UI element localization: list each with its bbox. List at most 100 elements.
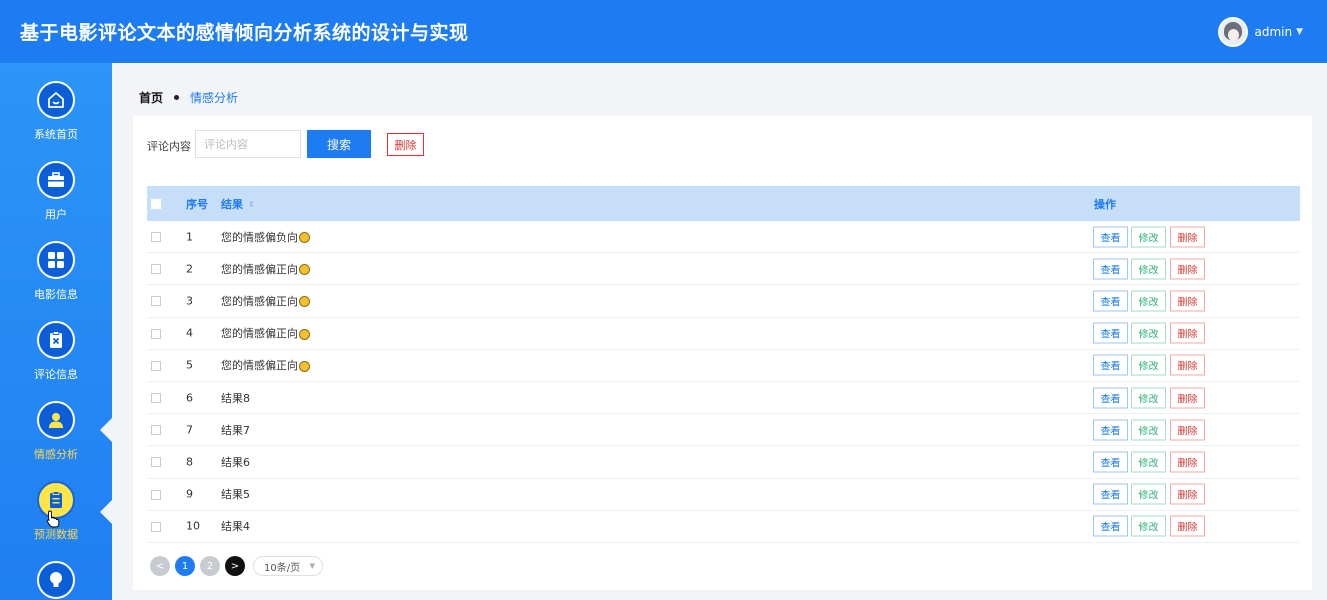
row-result: 您的情感偏正向 bbox=[221, 325, 310, 341]
sidebar-item-label: 预测数据 bbox=[34, 528, 78, 541]
delete-button[interactable]: 删除 bbox=[1170, 258, 1205, 280]
delete-button[interactable]: 删除 bbox=[1170, 322, 1205, 344]
happy-face-icon bbox=[299, 296, 310, 308]
page-button-1[interactable]: 1 bbox=[175, 556, 195, 576]
row-checkbox[interactable] bbox=[151, 425, 161, 436]
sidebar-item-users[interactable]: 用户 bbox=[0, 143, 112, 223]
row-checkbox[interactable] bbox=[151, 264, 161, 275]
edit-button[interactable]: 修改 bbox=[1131, 515, 1166, 537]
row-index: 3 bbox=[186, 294, 193, 308]
edit-button[interactable]: 修改 bbox=[1131, 419, 1166, 441]
sidebar-item-label: 系统首页 bbox=[34, 128, 78, 141]
row-checkbox[interactable] bbox=[151, 489, 161, 500]
breadcrumb: 首页 情感分析 bbox=[139, 89, 238, 106]
edit-button[interactable]: 修改 bbox=[1131, 290, 1166, 312]
bulk-delete-button[interactable]: 删除 bbox=[387, 133, 424, 156]
user-menu[interactable]: admin ▼ bbox=[1218, 16, 1303, 47]
sidebar-item-label: 评论信息 bbox=[34, 368, 78, 381]
user-icon[interactable] bbox=[37, 401, 75, 439]
delete-button[interactable]: 删除 bbox=[1170, 354, 1205, 376]
sort-icon[interactable]: ⇕ bbox=[248, 200, 255, 209]
select-all-checkbox[interactable] bbox=[151, 198, 161, 209]
table-row: 9 结果5 查看 修改 删除 bbox=[147, 479, 1300, 511]
edit-button[interactable]: 修改 bbox=[1131, 322, 1166, 344]
delete-button[interactable]: 删除 bbox=[1170, 483, 1205, 505]
view-button[interactable]: 查看 bbox=[1093, 322, 1128, 344]
row-result: 结果6 bbox=[221, 455, 250, 469]
edit-button[interactable]: 修改 bbox=[1131, 354, 1166, 376]
delete-button[interactable]: 删除 bbox=[1170, 387, 1205, 409]
pagination: < 1 2 > 10条/页 ▼ bbox=[150, 556, 323, 576]
row-index: 8 bbox=[186, 455, 193, 469]
row-checkbox[interactable] bbox=[151, 360, 161, 371]
table-row: 4 您的情感偏正向 查看 修改 删除 bbox=[147, 318, 1300, 350]
edit-button[interactable]: 修改 bbox=[1131, 226, 1166, 248]
page-button-2[interactable]: 2 bbox=[200, 556, 220, 576]
edit-button[interactable]: 修改 bbox=[1131, 483, 1166, 505]
view-button[interactable]: 查看 bbox=[1093, 515, 1128, 537]
row-checkbox[interactable] bbox=[151, 232, 161, 242]
edit-button[interactable]: 修改 bbox=[1131, 387, 1166, 409]
row-index: 2 bbox=[186, 262, 193, 276]
search-label: 评论内容 bbox=[147, 140, 191, 153]
sidebar-item-movies[interactable]: 电影信息 bbox=[0, 223, 112, 303]
column-header-result[interactable]: 结果 ⇕ bbox=[221, 196, 255, 212]
delete-button[interactable]: 删除 bbox=[1170, 451, 1205, 473]
row-checkbox[interactable] bbox=[151, 521, 161, 532]
view-button[interactable]: 查看 bbox=[1093, 290, 1128, 312]
column-header-index: 序号 bbox=[186, 197, 208, 211]
row-result: 您的情感偏正向 bbox=[221, 261, 310, 277]
table-row: 2 您的情感偏正向 查看 修改 删除 bbox=[147, 253, 1300, 286]
edit-button[interactable]: 修改 bbox=[1131, 451, 1166, 473]
page-size-select[interactable]: 10条/页 ▼ bbox=[253, 556, 323, 576]
table-body: 1 您的情感偏负向 查看 修改 删除 2 您的情感偏正向 查看 修改 删除 3 您的情感偏正向 查看 修改… bbox=[147, 221, 1300, 543]
row-result: 您的情感偏负向 bbox=[221, 229, 310, 245]
delete-button[interactable]: 删除 bbox=[1170, 419, 1205, 441]
sidebar-item-sentiment[interactable]: 情感分析 bbox=[0, 383, 112, 463]
delete-button[interactable]: 删除 bbox=[1170, 515, 1205, 537]
row-checkbox[interactable] bbox=[151, 296, 161, 307]
sidebar-item-more[interactable] bbox=[0, 543, 112, 600]
chevron-down-icon[interactable]: ▼ bbox=[1296, 27, 1303, 37]
breadcrumb-current: 情感分析 bbox=[190, 91, 239, 105]
sidebar-item-label: 情感分析 bbox=[34, 448, 78, 461]
grid-icon[interactable] bbox=[37, 241, 75, 279]
breadcrumb-home[interactable]: 首页 bbox=[139, 89, 163, 106]
lightbulb-icon[interactable] bbox=[37, 561, 75, 599]
view-button[interactable]: 查看 bbox=[1093, 354, 1128, 376]
table-row: 5 您的情感偏正向 查看 修改 删除 bbox=[147, 350, 1300, 382]
sidebar-item-comments[interactable]: 评论信息 bbox=[0, 303, 112, 383]
briefcase-icon[interactable] bbox=[37, 161, 75, 199]
clipboard-x-icon[interactable] bbox=[37, 321, 75, 359]
view-button[interactable]: 查看 bbox=[1093, 387, 1128, 409]
row-checkbox[interactable] bbox=[151, 392, 161, 403]
table-row: 10 结果4 查看 修改 删除 bbox=[147, 511, 1300, 543]
happy-face-icon bbox=[299, 264, 310, 276]
delete-button[interactable]: 删除 bbox=[1170, 290, 1205, 312]
home-icon[interactable] bbox=[37, 81, 75, 119]
row-index: 9 bbox=[186, 487, 193, 501]
prev-page-button[interactable]: < bbox=[150, 556, 170, 576]
search-button[interactable]: 搜索 bbox=[307, 130, 371, 158]
view-button[interactable]: 查看 bbox=[1093, 419, 1128, 441]
sad-face-icon bbox=[299, 232, 310, 244]
chevron-down-icon[interactable]: ▼ bbox=[310, 562, 315, 570]
avatar[interactable] bbox=[1218, 16, 1249, 47]
next-page-button[interactable]: > bbox=[225, 556, 245, 576]
view-button[interactable]: 查看 bbox=[1093, 226, 1128, 248]
edit-button[interactable]: 修改 bbox=[1131, 258, 1166, 280]
row-checkbox[interactable] bbox=[151, 328, 161, 339]
row-index: 10 bbox=[186, 519, 200, 533]
row-checkbox[interactable] bbox=[151, 457, 161, 468]
view-button[interactable]: 查看 bbox=[1093, 258, 1128, 280]
sidebar-item-predictions[interactable]: 预测数据 bbox=[0, 463, 112, 543]
delete-button[interactable]: 删除 bbox=[1170, 226, 1205, 248]
username[interactable]: admin bbox=[1254, 25, 1292, 39]
view-button[interactable]: 查看 bbox=[1093, 483, 1128, 505]
sidebar-item-home[interactable]: 系统首页 bbox=[0, 63, 112, 143]
hover-indicator bbox=[100, 500, 112, 524]
table-row: 1 您的情感偏负向 查看 修改 删除 bbox=[147, 221, 1300, 254]
view-button[interactable]: 查看 bbox=[1093, 451, 1128, 473]
search-input[interactable] bbox=[195, 130, 301, 158]
data-table: 序号 结果 ⇕ 操作 1 您的情感偏负向 查看 修改 删除 2 您的情感偏正向 查看 修改 删除 3 您… bbox=[147, 186, 1300, 543]
